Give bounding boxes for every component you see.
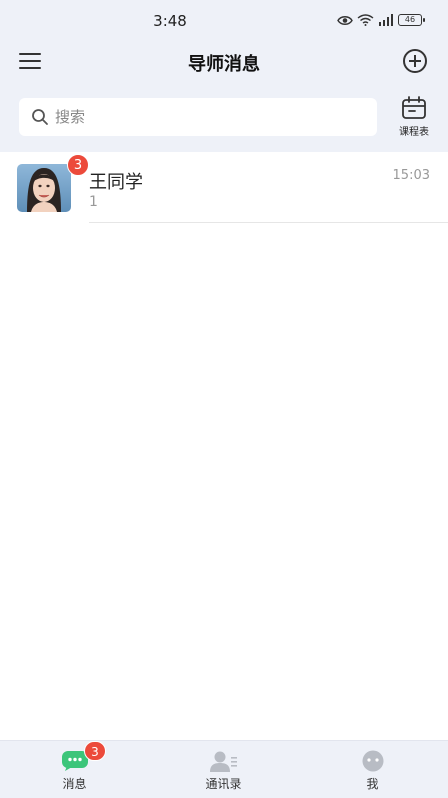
page-title: 导师消息 (188, 54, 260, 75)
profile-icon (362, 750, 383, 772)
tab-me-label: 我 (366, 777, 379, 791)
status-icons: 46 (337, 14, 425, 26)
tab-contacts-label: 通讯录 (205, 777, 242, 791)
status-time: 3:48 (153, 12, 187, 30)
schedule-button[interactable]: 课程表 (392, 96, 436, 140)
divider (89, 222, 448, 223)
header: 导师消息 (0, 44, 448, 80)
search-icon (32, 109, 48, 125)
wifi-icon (357, 14, 374, 26)
signal-icon (379, 14, 393, 26)
battery-icon: 46 (398, 14, 425, 26)
unread-badge: 3 (67, 154, 89, 176)
chat-time: 15:03 (392, 168, 430, 183)
plus-circle-icon[interactable] (402, 48, 428, 74)
tab-unread-badge: 3 (84, 741, 106, 761)
schedule-label: 课程表 (399, 127, 429, 138)
tab-messages-label: 消息 (62, 777, 87, 791)
bottom-tab-bar: 消息 3 通讯录 我 (0, 740, 448, 798)
tab-messages[interactable]: 消息 3 (0, 741, 149, 798)
avatar (17, 164, 71, 212)
eye-icon (337, 15, 353, 25)
status-bar: 3:48 46 (0, 0, 448, 44)
contacts-icon (209, 751, 237, 772)
calendar-icon (402, 96, 426, 119)
tab-me[interactable]: 我 (298, 741, 447, 798)
search-input[interactable] (55, 108, 335, 126)
chat-name: 王同学 (89, 172, 143, 193)
chat-preview: 1 (89, 194, 98, 210)
tab-contacts[interactable]: 通讯录 (149, 741, 298, 798)
search-bar[interactable] (19, 98, 377, 136)
